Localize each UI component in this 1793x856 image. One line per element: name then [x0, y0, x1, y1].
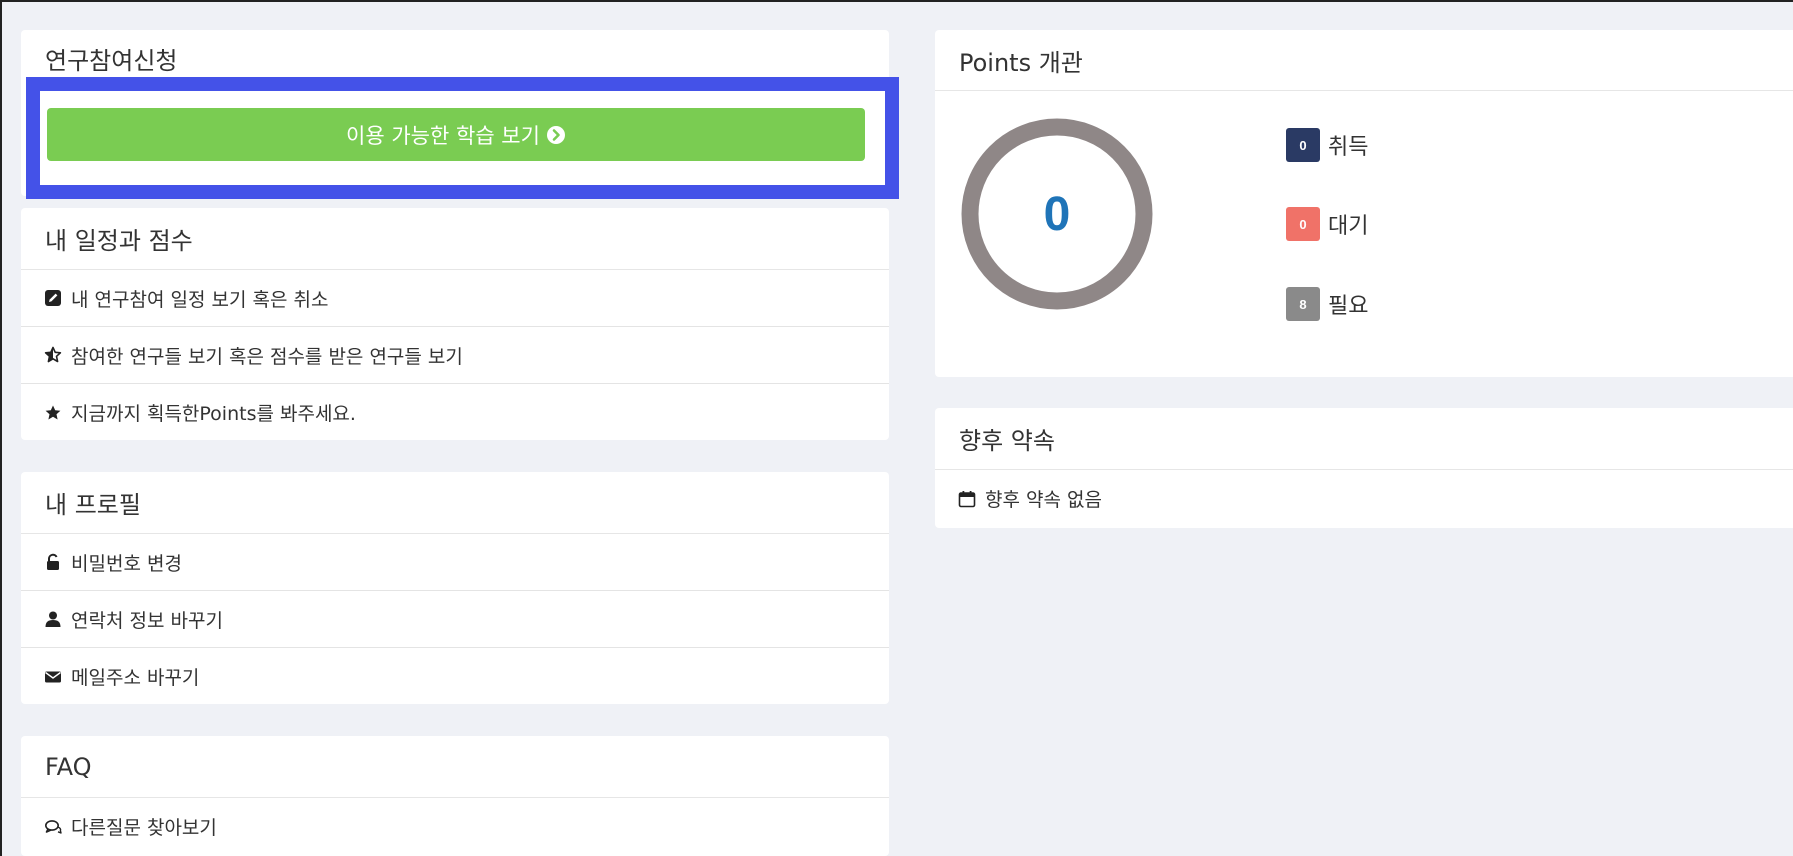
unlock-icon — [43, 552, 63, 572]
profile-item-label: 메일주소 바꾸기 — [71, 667, 200, 689]
profile-item-label: 연락처 정보 바꾸기 — [71, 609, 223, 632]
schedule-item-view-cancel[interactable]: 내 연구참여 일정 보기 혹은 취소 — [21, 270, 889, 327]
points-overview-title: Points 개관 — [935, 30, 1793, 91]
calendar-icon — [957, 489, 977, 509]
acquired-count-badge: 0 — [1286, 128, 1320, 162]
chevron-circle-right-icon — [546, 125, 566, 145]
envelope-icon — [43, 667, 63, 687]
comments-icon — [43, 817, 63, 837]
pending-label: 대기 — [1328, 214, 1369, 239]
appointments-card: 향후 약속 향후 약속 없음 — [935, 408, 1793, 528]
schedule-card: 내 일정과 점수 내 연구참여 일정 보기 혹은 취소 참여한 연구들 보기 혹… — [21, 208, 889, 440]
view-available-studies-label: 이용 가능한 학습 보기 — [346, 123, 540, 148]
appointments-title: 향후 약속 — [935, 408, 1793, 470]
schedule-item-label: 내 연구참여 일정 보기 혹은 취소 — [71, 288, 329, 311]
legend-pending: 0 대기 — [1286, 207, 1368, 241]
user-icon — [43, 609, 63, 629]
schedule-title: 내 일정과 점수 — [21, 208, 889, 270]
profile-item-change-contact[interactable]: 연락처 정보 바꾸기 — [21, 591, 889, 648]
schedule-item-participated-studies[interactable]: 참여한 연구들 보기 혹은 점수를 받은 연구들 보기 — [21, 327, 889, 384]
acquired-label: 취득 — [1328, 135, 1369, 160]
required-count-badge: 8 — [1286, 287, 1320, 321]
legend-acquired: 0 취득 — [1286, 128, 1368, 162]
profile-title: 내 프로필 — [21, 472, 889, 534]
legend-required: 8 필요 — [1286, 287, 1368, 321]
schedule-item-label: 지금까지 획득한Points를 봐주세요. — [71, 403, 356, 425]
star-icon — [43, 403, 63, 423]
edit-icon — [43, 288, 63, 308]
faq-card: FAQ 다른질문 찾아보기 — [21, 736, 889, 856]
schedule-item-label: 참여한 연구들 보기 혹은 점수를 받은 연구들 보기 — [71, 345, 463, 368]
faq-item-label: 다른질문 찾아보기 — [71, 817, 217, 839]
points-total-value: 0 — [1043, 187, 1071, 241]
faq-title: FAQ — [21, 736, 889, 798]
profile-card: 내 프로필 비밀번호 변경 연락처 정보 바꾸기 메일주소 바꾸기 — [21, 472, 889, 704]
schedule-item-earned-points[interactable]: 지금까지 획득한Points를 봐주세요. — [21, 384, 889, 441]
profile-item-label: 비밀번호 변경 — [71, 552, 182, 575]
pending-count-badge: 0 — [1286, 207, 1320, 241]
profile-item-change-password[interactable]: 비밀번호 변경 — [21, 534, 889, 591]
appointments-empty-row: 향후 약속 없음 — [935, 470, 1793, 527]
faq-item-other-questions[interactable]: 다른질문 찾아보기 — [21, 798, 889, 855]
page-frame: 연구참여신청 이용 가능한 학습 보기 내 일정과 점수 내 연구참여 일정 보… — [0, 0, 1793, 856]
profile-item-change-email[interactable]: 메일주소 바꾸기 — [21, 648, 889, 705]
appointments-empty-label: 향후 약속 없음 — [985, 489, 1102, 511]
required-label: 필요 — [1328, 294, 1369, 319]
star-half-icon — [43, 345, 63, 365]
view-available-studies-button[interactable]: 이용 가능한 학습 보기 — [47, 108, 865, 161]
